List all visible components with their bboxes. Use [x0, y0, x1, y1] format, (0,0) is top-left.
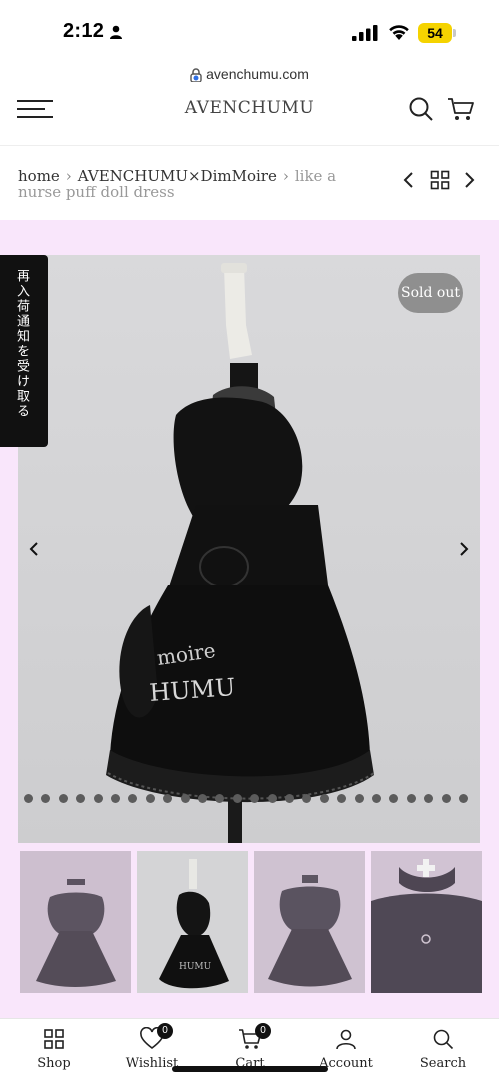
restock-notify-tab[interactable]: 再入荷通知を受け取る [0, 255, 48, 447]
home-indicator [172, 1066, 328, 1072]
wishlist-count-badge: 0 [157, 1023, 173, 1039]
product-main-image[interactable]: moire HUMU [18, 255, 480, 843]
pagination-dot[interactable] [337, 794, 347, 803]
status-time: 2:12 [63, 20, 105, 42]
next-product-icon[interactable] [462, 170, 476, 190]
dress-illustration: moire HUMU [18, 255, 480, 843]
pagination-dot[interactable] [163, 794, 173, 803]
pagination-dot[interactable] [302, 794, 312, 803]
grid-icon [44, 1029, 64, 1049]
pagination-dot[interactable] [180, 794, 190, 803]
search-icon [433, 1029, 454, 1050]
signal-icon [352, 25, 378, 41]
tab-account[interactable]: Account [306, 1027, 386, 1071]
search-icon[interactable] [408, 96, 434, 122]
gallery-prev-icon[interactable] [28, 540, 40, 558]
pagination-dot[interactable] [93, 794, 103, 803]
restock-notify-label: 再入荷通知を受け取る [14, 269, 29, 419]
sold-out-badge: Sold out [398, 273, 463, 313]
tab-shop-label: Shop [37, 1056, 71, 1071]
pagination-dot[interactable] [389, 794, 399, 803]
pagination-dot[interactable] [145, 794, 155, 803]
battery-indicator: 54 [418, 23, 452, 43]
user-icon [336, 1029, 356, 1050]
tab-cart[interactable]: 0 Cart [210, 1023, 290, 1071]
breadcrumb-separator: › [282, 167, 289, 185]
thumbnail-front-view[interactable] [20, 851, 131, 993]
pagination-dot[interactable] [372, 794, 381, 803]
pagination-dot[interactable] [285, 794, 294, 803]
pagination-dot[interactable] [58, 794, 68, 803]
thumbnail-back-view[interactable] [254, 851, 365, 993]
prev-product-icon[interactable] [402, 170, 416, 190]
pagination-dot[interactable] [198, 794, 207, 803]
svg-text:HUMU: HUMU [148, 673, 236, 707]
tab-shop[interactable]: Shop [14, 1027, 94, 1071]
pagination-dot[interactable] [354, 794, 364, 803]
pagination-dot[interactable] [459, 794, 468, 803]
pagination-dot[interactable] [41, 794, 51, 803]
pagination-dot[interactable] [24, 794, 33, 803]
gallery-next-icon[interactable] [458, 540, 470, 558]
svg-text:HUMU: HUMU [179, 962, 212, 972]
thumbnail-strip: HUMU [20, 851, 482, 993]
pagination-dot[interactable] [441, 794, 451, 803]
site-header: AVENCHUMU [0, 92, 499, 146]
tab-wishlist[interactable]: 0 Wishlist [112, 1023, 192, 1071]
lock-icon [190, 67, 202, 82]
breadcrumb: home › AVENCHUMU×DimMoire › like a nurse puf… [18, 168, 358, 200]
thumbnail-collar-detail[interactable] [371, 851, 482, 993]
pagination-dot[interactable] [424, 794, 434, 803]
wifi-icon [389, 25, 409, 40]
cart-icon[interactable] [447, 96, 475, 122]
url-text: avenchumu.com [206, 66, 309, 82]
browser-url-bar[interactable]: avenchumu.com [0, 62, 499, 92]
tab-search-label: Search [419, 1056, 467, 1071]
pagination-dot[interactable] [267, 794, 277, 803]
gallery-pagination [18, 794, 480, 806]
pagination-dot[interactable] [406, 794, 416, 803]
pagination-dot[interactable] [215, 794, 225, 803]
status-bar: 2:12 54 [0, 0, 499, 62]
pagination-dot[interactable] [232, 794, 242, 803]
pagination-dot[interactable] [76, 794, 86, 803]
pagination-dot[interactable] [128, 794, 138, 803]
thumbnail-side-view[interactable]: HUMU [137, 851, 248, 993]
pagination-dot[interactable] [250, 794, 260, 803]
pagination-dot[interactable] [111, 794, 120, 803]
cart-count-badge: 0 [255, 1023, 271, 1039]
person-icon [110, 25, 122, 39]
pagination-dot[interactable] [319, 794, 329, 803]
grid-icon[interactable] [430, 170, 450, 190]
battery-tip [453, 29, 456, 37]
tab-search[interactable]: Search [403, 1027, 483, 1071]
